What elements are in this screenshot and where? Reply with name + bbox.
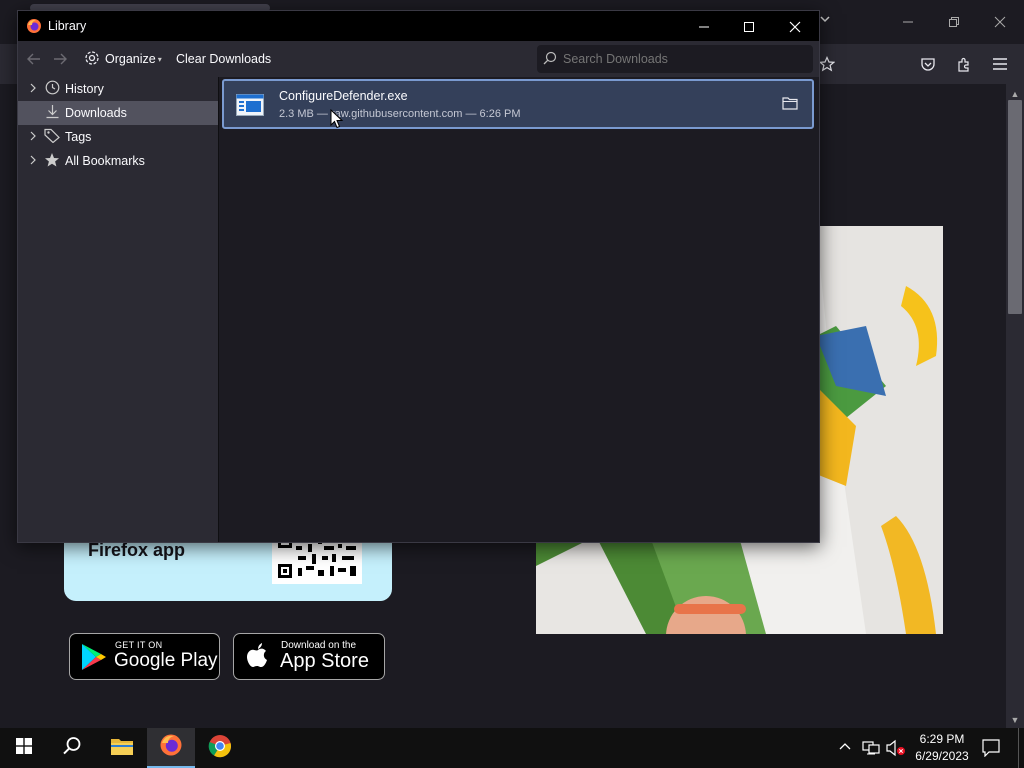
firefox-logo-icon [26, 18, 42, 34]
tag-icon [44, 128, 60, 146]
exe-file-icon [236, 94, 264, 116]
start-button[interactable] [0, 728, 48, 768]
search-taskbar-button[interactable] [48, 728, 96, 768]
app-store-big-text: App Store [280, 650, 369, 672]
search-downloads-input[interactable] [561, 51, 805, 67]
download-filename: ConfigureDefender.exe [279, 89, 408, 103]
sidebar-item-tags[interactable]: Tags [18, 125, 218, 149]
organize-dropdown-icon: ▾ [157, 54, 162, 64]
downloads-list: ConfigureDefender.exe 2.3 MB — raw.githu… [219, 77, 819, 542]
app-store-badge[interactable]: Download on the App Store [233, 633, 385, 680]
back-arrow-icon[interactable] [26, 51, 46, 67]
pocket-icon[interactable] [914, 52, 942, 76]
show-desktop-button[interactable] [1018, 728, 1024, 768]
google-play-icon [82, 644, 106, 670]
forward-arrow-icon[interactable] [52, 51, 72, 67]
taskbar-clock[interactable]: 6:29 PM 6/29/2023 [912, 731, 972, 765]
library-toolbar: Organize ▾ Clear Downloads [18, 41, 819, 77]
sidebar-item-label: Tags [65, 130, 92, 144]
library-title: Library [48, 19, 87, 33]
sidebar-item-history[interactable]: History [18, 77, 218, 101]
file-explorer-taskbar-button[interactable] [98, 728, 146, 768]
sidebar-item-downloads[interactable]: Downloads [18, 101, 218, 125]
library-titlebar[interactable]: Library [18, 11, 819, 41]
download-details: 2.3 MB — raw.githubusercontent.com — 6:2… [279, 108, 521, 120]
browser-close-button[interactable] [980, 8, 1020, 36]
library-close-button[interactable] [780, 19, 810, 35]
sidebar-item-label: All Bookmarks [65, 154, 145, 168]
download-item[interactable]: ConfigureDefender.exe 2.3 MB — raw.githu… [222, 79, 814, 129]
expand-chevron-icon[interactable] [26, 131, 40, 144]
firefox-taskbar-button[interactable] [147, 728, 195, 768]
folder-icon [110, 736, 134, 761]
scrollbar-thumb[interactable] [1008, 100, 1022, 314]
chrome-taskbar-button[interactable] [196, 728, 244, 768]
clock-time: 6:29 PM [919, 732, 965, 746]
apple-icon [247, 643, 267, 667]
library-minimize-button[interactable] [689, 19, 719, 35]
tab-list-chevron-icon[interactable] [818, 12, 834, 32]
open-folder-icon[interactable] [782, 96, 800, 112]
volume-muted-icon[interactable] [886, 739, 906, 757]
organize-label: Organize [105, 52, 156, 66]
windows-logo-icon [16, 737, 32, 759]
download-icon [44, 104, 60, 122]
google-play-small-text: GET IT ON [115, 640, 163, 650]
sidebar-item-all-bookmarks[interactable]: All Bookmarks [18, 149, 218, 173]
organize-button[interactable]: Organize ▾ [84, 50, 162, 68]
sidebar-item-label: History [65, 82, 104, 96]
browser-restore-button[interactable] [934, 8, 974, 36]
scroll-down-arrow-icon[interactable]: ▼ [1006, 712, 1024, 728]
browser-minimize-button[interactable] [888, 8, 928, 36]
mouse-cursor [330, 108, 344, 129]
library-window: Library Organize ▾ Clear Downloads Searc… [17, 10, 820, 543]
network-icon[interactable] [862, 740, 880, 756]
menu-hamburger-icon[interactable] [986, 52, 1014, 76]
notification-center-icon[interactable] [982, 739, 1002, 758]
firefox-icon [159, 733, 183, 762]
clock-icon [44, 80, 60, 98]
extensions-icon[interactable] [950, 52, 978, 76]
google-play-badge[interactable]: GET IT ON Google Play [69, 633, 220, 680]
gear-icon [84, 50, 102, 68]
search-downloads-field[interactable] [537, 45, 813, 73]
search-icon [543, 51, 559, 67]
library-maximize-button[interactable] [734, 19, 764, 35]
chrome-icon [208, 734, 232, 763]
expand-chevron-icon[interactable] [26, 155, 40, 168]
search-icon [62, 736, 82, 761]
promo-text: Firefox app [88, 540, 186, 560]
clock-date: 6/29/2023 [915, 749, 969, 763]
library-sidebar: History Downloads Tags All Bookmarks [18, 77, 219, 542]
show-hidden-icons-chevron-icon[interactable] [838, 740, 854, 756]
sidebar-item-label: Downloads [65, 106, 127, 120]
star-icon [44, 152, 60, 171]
clear-downloads-button[interactable]: Clear Downloads [176, 52, 271, 66]
google-play-big-text: Google Play [114, 650, 218, 671]
expand-chevron-icon[interactable] [26, 83, 40, 96]
